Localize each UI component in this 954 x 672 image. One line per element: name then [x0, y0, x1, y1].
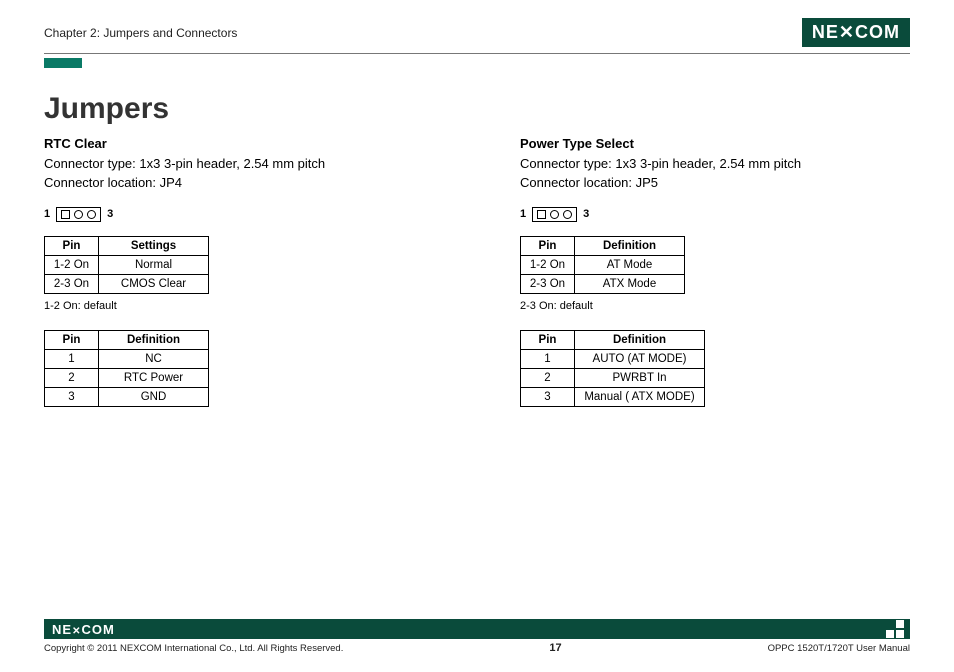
circle-pin-icon: [74, 210, 83, 219]
logo-top: NE✕COM: [802, 18, 910, 47]
pin-label-1: 1: [520, 208, 526, 220]
chapter-label: Chapter 2: Jumpers and Connectors: [44, 26, 237, 40]
table-row: Pin Definition: [521, 236, 685, 255]
footer-line: Copyright © 2011 NEXCOM International Co…: [44, 642, 910, 654]
cell: AT Mode: [575, 255, 685, 274]
power-conn-loc: Connector location: JP5: [520, 175, 658, 190]
table-row: 3 GND: [45, 387, 209, 406]
th-pin: Pin: [45, 330, 99, 349]
power-desc: Connector type: 1x3 3-pin header, 2.54 m…: [520, 155, 890, 193]
th-pin: Pin: [521, 236, 575, 255]
power-pin-diagram: 1 3: [520, 207, 890, 222]
table-row: 2 RTC Power: [45, 368, 209, 387]
cell: 1-2 On: [521, 255, 575, 274]
cell: 2: [45, 368, 99, 387]
power-def-table: Pin Definition 1 AUTO (AT MODE) 2 PWRBT …: [520, 330, 705, 407]
th-pin: Pin: [45, 236, 99, 255]
cell: NC: [99, 349, 209, 368]
pin-box-icon: [532, 207, 577, 222]
table-row: 1 AUTO (AT MODE): [521, 349, 705, 368]
cell: RTC Power: [99, 368, 209, 387]
page-number: 17: [549, 642, 561, 654]
cell: 1: [521, 349, 575, 368]
col-power-type: Power Type Select Connector type: 1x3 3-…: [520, 136, 890, 413]
th-pin: Pin: [521, 330, 575, 349]
footer-bar: NE✕COM: [44, 619, 910, 639]
table-row: Pin Definition: [521, 330, 705, 349]
pin-label-1: 1: [44, 208, 50, 220]
cell: 2-3 On: [45, 274, 99, 293]
footer-logo: NE✕COM: [52, 622, 115, 637]
content-columns: RTC Clear Connector type: 1x3 3-pin head…: [44, 136, 910, 413]
rtc-conn-type: Connector type: 1x3 3-pin header, 2.54 m…: [44, 156, 325, 171]
col-rtc-clear: RTC Clear Connector type: 1x3 3-pin head…: [44, 136, 414, 413]
cell: 2: [521, 368, 575, 387]
copyright: Copyright © 2011 NEXCOM International Co…: [44, 643, 343, 654]
doc-title: OPPC 1520T/1720T User Manual: [768, 643, 910, 654]
th-def: Definition: [575, 236, 685, 255]
green-tab: [44, 58, 82, 68]
table-row: 1-2 On AT Mode: [521, 255, 685, 274]
power-default-note: 2-3 On: default: [520, 300, 890, 312]
cell: PWRBT In: [575, 368, 705, 387]
cell: Normal: [99, 255, 209, 274]
table-row: 2 PWRBT In: [521, 368, 705, 387]
table-row: 1 NC: [45, 349, 209, 368]
rtc-pin-diagram: 1 3: [44, 207, 414, 222]
pin-box-icon: [56, 207, 101, 222]
rtc-default-note: 1-2 On: default: [44, 300, 414, 312]
cell: CMOS Clear: [99, 274, 209, 293]
nexcom-logo: NE✕COM: [802, 18, 910, 47]
table-row: 2-3 On ATX Mode: [521, 274, 685, 293]
cell: 3: [45, 387, 99, 406]
rtc-settings-table: Pin Settings 1-2 On Normal 2-3 On CMOS C…: [44, 236, 209, 294]
cell: 1-2 On: [45, 255, 99, 274]
cell: ATX Mode: [575, 274, 685, 293]
rtc-desc: Connector type: 1x3 3-pin header, 2.54 m…: [44, 155, 414, 193]
circle-pin-icon: [87, 210, 96, 219]
table-row: 1-2 On Normal: [45, 255, 209, 274]
cell: Manual ( ATX MODE): [575, 387, 705, 406]
rtc-def-table: Pin Definition 1 NC 2 RTC Power 3 GND: [44, 330, 209, 407]
table-row: 2-3 On CMOS Clear: [45, 274, 209, 293]
th-settings: Settings: [99, 236, 209, 255]
table-row: Pin Definition: [45, 330, 209, 349]
pin-label-3: 3: [107, 208, 113, 220]
square-pin-icon: [61, 210, 70, 219]
circle-pin-icon: [550, 210, 559, 219]
top-divider: [44, 53, 910, 54]
pin-label-3: 3: [583, 208, 589, 220]
power-heading: Power Type Select: [520, 136, 890, 151]
square-pin-icon: [537, 210, 546, 219]
table-row: Pin Settings: [45, 236, 209, 255]
footer: NE✕COM Copyright © 2011 NEXCOM Internati…: [44, 619, 910, 654]
cell: AUTO (AT MODE): [575, 349, 705, 368]
th-def: Definition: [575, 330, 705, 349]
cell: 1: [45, 349, 99, 368]
th-def: Definition: [99, 330, 209, 349]
table-row: 3 Manual ( ATX MODE): [521, 387, 705, 406]
header-bar: Chapter 2: Jumpers and Connectors NE✕COM: [44, 18, 910, 47]
page-title: Jumpers: [44, 92, 910, 126]
rtc-conn-loc: Connector location: JP4: [44, 175, 182, 190]
cell: 3: [521, 387, 575, 406]
circle-pin-icon: [563, 210, 572, 219]
cell: GND: [99, 387, 209, 406]
footer-squares-icon: [886, 620, 904, 638]
cell: 2-3 On: [521, 274, 575, 293]
rtc-heading: RTC Clear: [44, 136, 414, 151]
power-settings-table: Pin Definition 1-2 On AT Mode 2-3 On ATX…: [520, 236, 685, 294]
power-conn-type: Connector type: 1x3 3-pin header, 2.54 m…: [520, 156, 801, 171]
